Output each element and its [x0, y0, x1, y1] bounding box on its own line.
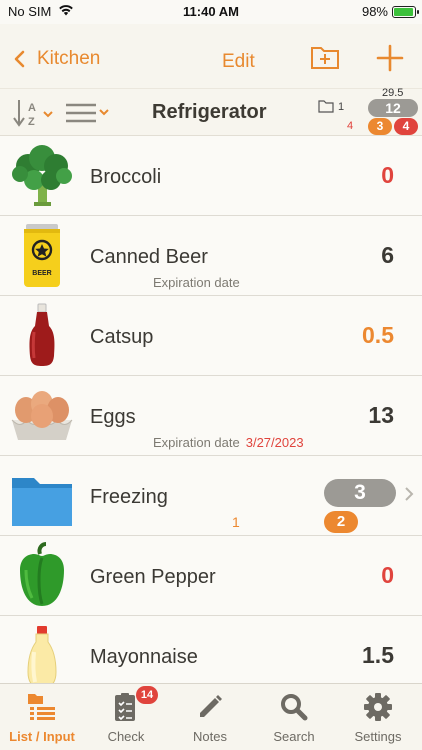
expiration-label: Expiration date [153, 435, 240, 450]
list-item[interactable]: Mayonnaise 1.5 [0, 616, 422, 683]
subfolder-count: 1 [232, 514, 240, 530]
svg-text:Z: Z [28, 116, 35, 128]
folder-count-icon [318, 100, 334, 118]
item-name: Mayonnaise [90, 646, 198, 668]
back-button[interactable]: Kitchen [14, 48, 100, 70]
status-bar: No SIM 11:40 AM 98% [0, 0, 422, 24]
green-pepper-icon [10, 542, 74, 610]
pencil-icon [195, 692, 225, 722]
list-input-icon [27, 692, 57, 722]
out-of-stock-badge: 4 [394, 118, 418, 135]
add-folder-icon[interactable] [310, 44, 340, 75]
ketchup-icon [10, 302, 74, 370]
tab-label: Settings [354, 729, 402, 744]
list-item[interactable]: Green Pepper 0 [0, 536, 422, 616]
list-item[interactable]: Eggs 13 Expiration date 3/27/2023 [0, 376, 422, 456]
folder-row[interactable]: Freezing 1 3 2 [0, 456, 422, 536]
tab-search[interactable]: Search [252, 684, 336, 750]
folder-count: 1 [338, 101, 345, 113]
folder-icon [10, 462, 74, 530]
total-items-badge: 12 [368, 99, 418, 117]
app-root: No SIM 11:40 AM 98% Kitchen Edit A Z Ref… [0, 0, 422, 750]
item-name: Broccoli [90, 166, 162, 188]
folder-name: Freezing [90, 486, 168, 508]
eggs-icon [10, 382, 74, 450]
item-quantity: 1.5 [362, 642, 394, 668]
item-name: Eggs [90, 406, 136, 428]
expiration-label: Expiration date [153, 275, 240, 290]
location-toolbar: A Z Refrigerator 1 4 29.5 12 3 4 [0, 87, 422, 136]
back-label: Kitchen [37, 48, 101, 69]
item-list: Broccoli 0 BEER Canned Beer 6 Expiration… [0, 136, 422, 683]
battery-icon [392, 6, 419, 18]
item-quantity: 0 [381, 562, 394, 588]
list-view-icon[interactable] [64, 102, 112, 129]
expiration-info: Expiration date 3/27/2023 [153, 435, 304, 450]
item-name: Catsup [90, 326, 154, 348]
add-item-icon[interactable] [376, 44, 404, 77]
tab-label: Check [107, 729, 145, 744]
expiration-info: Expiration date [153, 275, 240, 290]
location-title: Refrigerator [152, 101, 267, 123]
low-stock-badge: 3 [368, 118, 392, 135]
nav-bar: Kitchen Edit [0, 24, 422, 88]
sort-az-icon[interactable]: A Z [12, 98, 56, 135]
item-quantity: 0.5 [362, 322, 394, 348]
folder-item-count: 3 [324, 479, 396, 507]
tab-check[interactable]: 14 Check [84, 684, 168, 750]
beer-can-icon: BEER [10, 222, 74, 290]
tab-label: Search [273, 729, 315, 744]
tab-notes[interactable]: Notes [168, 684, 252, 750]
tab-label: Notes [193, 729, 227, 744]
item-quantity: 13 [368, 402, 394, 428]
item-quantity: 0 [381, 162, 394, 188]
chevron-right-icon [404, 486, 414, 507]
svg-text:BEER: BEER [32, 270, 51, 277]
edit-button[interactable]: Edit [222, 51, 255, 73]
mayonnaise-icon [10, 622, 74, 683]
tab-list-input[interactable]: List / Input [0, 684, 84, 750]
list-item[interactable]: Broccoli 0 [0, 136, 422, 216]
tab-settings[interactable]: Settings [336, 684, 420, 750]
chevron-left-icon [14, 50, 25, 68]
list-item[interactable]: Catsup 0.5 [0, 296, 422, 376]
total-quantity: 29.5 [382, 87, 404, 99]
item-quantity: 6 [381, 242, 394, 268]
battery-percent: 98% [361, 4, 388, 19]
expiration-date: 3/27/2023 [245, 435, 304, 450]
check-badge: 14 [136, 686, 158, 704]
alert-count: 4 [347, 120, 354, 132]
item-name: Green Pepper [90, 566, 216, 588]
search-icon [279, 692, 309, 722]
gear-icon [363, 692, 393, 722]
list-item[interactable]: BEER Canned Beer 6 Expiration date [0, 216, 422, 296]
broccoli-icon [10, 142, 74, 210]
clock: 11:40 AM [183, 4, 239, 19]
tab-label: List / Input [9, 729, 75, 744]
folder-low-count: 2 [324, 511, 358, 533]
tab-bar: List / Input 14 Check Notes Search Setti… [0, 683, 422, 750]
item-name: Canned Beer [90, 246, 208, 268]
svg-text:A: A [28, 102, 36, 114]
